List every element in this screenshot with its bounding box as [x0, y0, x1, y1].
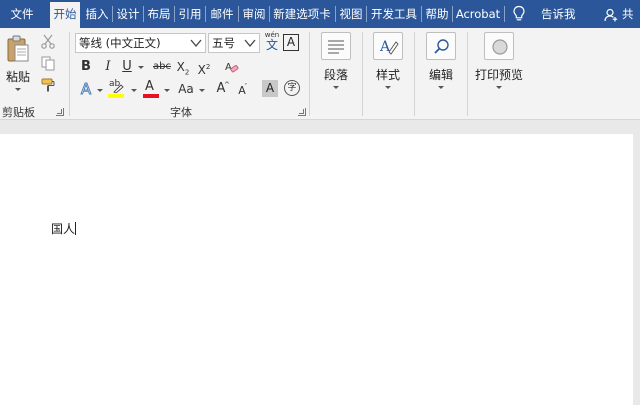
tab-new-tab[interactable]: 新建选项卡	[270, 0, 334, 28]
share-person-icon[interactable]	[604, 8, 618, 22]
subscript-button[interactable]: X2	[176, 58, 190, 76]
tab-references[interactable]: 引用	[175, 0, 205, 28]
print-preview-label: 打印预览	[474, 68, 523, 82]
tab-help[interactable]: 帮助	[422, 0, 452, 28]
group-separator	[467, 32, 468, 116]
document-body-text[interactable]: 国人	[51, 220, 75, 237]
underline-dropdown-arrow[interactable]	[138, 66, 144, 69]
strikethrough-button[interactable]: abc	[151, 58, 173, 76]
styles-label: 样式	[375, 68, 400, 82]
word-window: 文件 开始 插入 设计 布局 引用 邮件 审阅 新建选项卡 视图 开发工具 帮助…	[0, 0, 640, 405]
font-group-label: 字体	[170, 106, 192, 119]
font-dialog-launcher[interactable]	[298, 108, 306, 116]
find-magnifier-icon	[434, 39, 449, 54]
document-page[interactable]	[0, 134, 633, 405]
font-color-dropdown-arrow[interactable]	[164, 89, 170, 92]
editing-label: 编辑	[428, 68, 453, 82]
chevron-down-icon[interactable]	[190, 38, 202, 48]
group-separator	[414, 32, 415, 116]
lightbulb-icon[interactable]	[512, 5, 526, 23]
text-cursor	[75, 222, 76, 235]
italic-button[interactable]: I	[102, 58, 114, 76]
tab-layout[interactable]: 布局	[144, 0, 174, 28]
print-preview-icon	[492, 39, 508, 55]
font-color-bar	[143, 94, 159, 98]
print-preview-dropdown-arrow	[496, 86, 502, 89]
print-preview-icon-frame	[484, 32, 514, 60]
paste-button[interactable]: 粘贴	[4, 68, 32, 85]
font-name-combobox[interactable]: 等线 (中文正文)	[75, 33, 206, 53]
clear-formatting-icon[interactable]: A	[224, 59, 240, 75]
character-shading-button[interactable]: A	[262, 80, 278, 97]
print-preview-button[interactable]: 打印预览	[473, 28, 525, 98]
shrink-font-button[interactable]: Aˇ	[236, 82, 248, 100]
enclose-characters-button[interactable]: 字	[284, 80, 300, 96]
grow-caret-icon: ^	[224, 81, 230, 89]
font-color-button[interactable]: A	[142, 79, 160, 99]
change-case-dropdown-arrow[interactable]	[199, 89, 205, 92]
tab-developer[interactable]: 开发工具	[367, 0, 421, 28]
tab-review[interactable]: 审阅	[239, 0, 269, 28]
format-painter-icon[interactable]	[40, 77, 56, 93]
editing-button[interactable]: 编辑	[421, 28, 461, 98]
group-separator	[69, 32, 70, 116]
cut-icon[interactable]	[40, 33, 56, 49]
font-size-value: 五号	[212, 36, 235, 50]
editing-dropdown-arrow	[438, 86, 444, 89]
editing-icon-frame	[426, 32, 456, 60]
text-effects-button[interactable]: A	[79, 80, 93, 99]
tab-home[interactable]: 开始	[50, 2, 80, 28]
svg-text:A: A	[225, 62, 232, 73]
chevron-down-icon[interactable]	[244, 38, 256, 48]
clipboard-group-label: 剪贴板	[2, 106, 35, 119]
copy-icon[interactable]	[40, 55, 56, 71]
ribbon-home: 粘贴 剪贴板 等线 (中文正文) 五号 wén 文 A B I U abc X2…	[0, 28, 640, 120]
clipboard-dialog-launcher[interactable]	[56, 108, 64, 116]
paragraph-dropdown-arrow	[333, 86, 339, 89]
align-lines-icon	[328, 40, 344, 54]
style-pen-icon: A	[379, 39, 399, 55]
tab-mailings[interactable]: 邮件	[206, 0, 238, 28]
font-name-value: 等线 (中文正文)	[79, 36, 161, 50]
phonetic-guide-button[interactable]: wén 文	[262, 31, 282, 53]
character-border-button[interactable]: A	[283, 34, 299, 51]
styles-button[interactable]: A 样式	[368, 28, 408, 98]
font-size-combobox[interactable]: 五号	[208, 33, 260, 53]
group-separator	[309, 32, 310, 116]
tab-insert[interactable]: 插入	[82, 0, 112, 28]
tab-view[interactable]: 视图	[336, 0, 366, 28]
styles-dropdown-arrow	[385, 86, 391, 89]
text-effects-dropdown-arrow[interactable]	[97, 89, 103, 92]
highlight-dropdown-arrow[interactable]	[131, 89, 137, 92]
phonetic-guide-char: 文	[265, 38, 278, 52]
paste-dropdown-arrow[interactable]	[15, 88, 21, 91]
bold-button[interactable]: B	[80, 58, 92, 76]
share-button[interactable]: 共	[622, 0, 634, 28]
group-separator	[362, 32, 363, 116]
paragraph-label: 段落	[323, 68, 348, 82]
superscript-mark: 2	[205, 63, 211, 71]
shrink-caret-icon: ˇ	[244, 83, 248, 91]
highlight-button[interactable]: ab	[106, 79, 126, 99]
paste-icon[interactable]	[6, 34, 30, 64]
highlight-color-bar	[108, 94, 124, 98]
ribbon-tab-bar: 文件 开始 插入 设计 布局 引用 邮件 审阅 新建选项卡 视图 开发工具 帮助…	[0, 0, 640, 28]
tell-me-search[interactable]: 告诉我	[541, 0, 576, 28]
paragraph-button[interactable]: 段落	[316, 28, 356, 98]
underline-button[interactable]: U	[121, 58, 133, 76]
change-case-button[interactable]: Aa	[176, 80, 196, 98]
paragraph-lines-icon	[321, 32, 351, 60]
tab-acrobat[interactable]: Acrobat	[453, 0, 503, 28]
highlighter-pen-icon	[113, 84, 124, 93]
tab-file[interactable]: 文件	[0, 0, 44, 28]
tab-separator	[504, 6, 505, 22]
font-color-letter: A	[145, 79, 154, 94]
superscript-letter: X	[197, 63, 206, 77]
tab-design[interactable]: 设计	[113, 0, 143, 28]
grow-font-button[interactable]: A ^	[214, 80, 230, 98]
styles-gallery-icon: A	[373, 32, 403, 60]
subscript-letter: X	[176, 60, 185, 74]
superscript-button[interactable]: X2	[197, 58, 211, 77]
subscript-mark: 2	[184, 68, 190, 77]
